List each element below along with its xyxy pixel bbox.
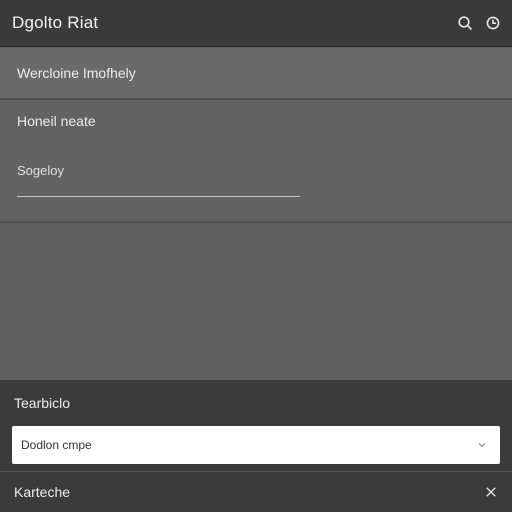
dropdown-select[interactable]: Dodlon cmpe bbox=[12, 426, 500, 464]
chevron-down-icon bbox=[478, 443, 486, 448]
text-field[interactable] bbox=[17, 173, 300, 197]
refresh-icon[interactable] bbox=[484, 14, 502, 32]
bottom-panel: Tearbiclo Dodlon cmpe Karteche bbox=[0, 380, 512, 512]
title-bar: Dgolto Riat bbox=[0, 0, 512, 47]
search-icon[interactable] bbox=[456, 14, 474, 32]
app-title: Dgolto Riat bbox=[12, 13, 99, 32]
list-item-header[interactable]: Wercloine Imofhely bbox=[0, 48, 512, 100]
row-label: Wercloine Imofhely bbox=[17, 65, 136, 81]
panel-title: Honeil neate bbox=[17, 113, 96, 129]
footer-row: Karteche bbox=[0, 472, 512, 512]
section-label: Tearbiclo bbox=[14, 395, 71, 411]
content-area bbox=[0, 224, 512, 380]
title-actions bbox=[456, 14, 502, 32]
select-value: Dodlon cmpe bbox=[21, 438, 92, 452]
footer-label: Karteche bbox=[14, 484, 71, 500]
close-icon[interactable] bbox=[484, 485, 498, 499]
form-panel: Honeil neate Sogeloy bbox=[0, 101, 512, 223]
